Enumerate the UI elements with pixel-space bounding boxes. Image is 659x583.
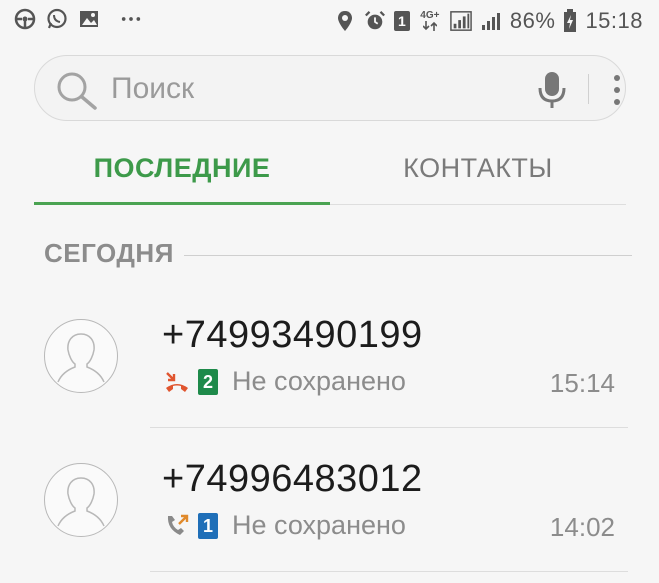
search-bar[interactable] — [34, 55, 626, 121]
call-log-item[interactable]: +74996483012 1 Не сохранено 14:02 — [0, 430, 659, 574]
call-number: +74996483012 — [162, 458, 423, 500]
system-icons: 1 4G+ 86% 15:18 — [334, 8, 643, 34]
contact-status: Не сохранено — [232, 366, 406, 396]
search-divider — [588, 74, 589, 104]
signal-sim2-icon — [480, 10, 502, 32]
section-divider — [184, 255, 632, 256]
call-time: 14:02 — [549, 512, 615, 542]
tab-recent[interactable]: ПОСЛЕДНИЕ — [34, 130, 330, 206]
avatar[interactable] — [44, 319, 118, 393]
call-meta: 1 Не сохранено — [164, 510, 406, 541]
contact-status: Не сохранено — [232, 510, 406, 540]
row-divider — [150, 571, 628, 572]
section-label: СЕГОДНЯ — [44, 238, 174, 268]
tab-contacts[interactable]: КОНТАКТЫ — [330, 130, 626, 206]
tab-bar: ПОСЛЕДНИЕ КОНТАКТЫ — [34, 130, 626, 206]
call-number: +74993490199 — [162, 314, 423, 356]
call-time: 15:14 — [549, 368, 615, 398]
more-notifications-icon — [120, 8, 142, 30]
person-placeholder-icon — [57, 477, 105, 527]
call-log-item[interactable]: +74993490199 2 Не сохранено 15:14 — [0, 286, 659, 430]
alarm-icon — [364, 10, 386, 32]
sim2-tag: 2 — [198, 368, 218, 395]
section-header-today: СЕГОДНЯ — [44, 236, 634, 276]
notification-icons — [14, 8, 142, 30]
row-divider — [150, 427, 628, 428]
network-type-label: 4G+ — [420, 10, 440, 21]
sim1-tag: 1 — [198, 512, 218, 539]
location-icon — [334, 10, 356, 32]
whatsapp-icon — [46, 8, 68, 30]
search-input[interactable] — [109, 68, 493, 110]
more-options-icon[interactable] — [611, 70, 623, 115]
status-bar: 1 4G+ 86% 15:18 — [0, 0, 659, 44]
microphone-icon[interactable] — [535, 70, 569, 115]
battery-percent: 86% — [509, 8, 556, 33]
network-type-indicator: 4G+ — [418, 10, 442, 32]
outgoing-call-icon — [164, 513, 190, 539]
signal-sim1-icon — [450, 10, 472, 32]
steering-wheel-icon — [14, 8, 36, 30]
search-icon — [55, 70, 99, 115]
avatar[interactable] — [44, 463, 118, 537]
call-meta: 2 Не сохранено — [164, 366, 406, 397]
sim-indicator: 1 — [393, 11, 410, 31]
missed-call-icon — [164, 369, 190, 395]
person-placeholder-icon — [57, 333, 105, 383]
battery-charging-icon — [563, 9, 577, 32]
gallery-icon — [78, 8, 100, 30]
clock: 15:18 — [585, 8, 643, 33]
active-tab-indicator — [34, 202, 330, 205]
